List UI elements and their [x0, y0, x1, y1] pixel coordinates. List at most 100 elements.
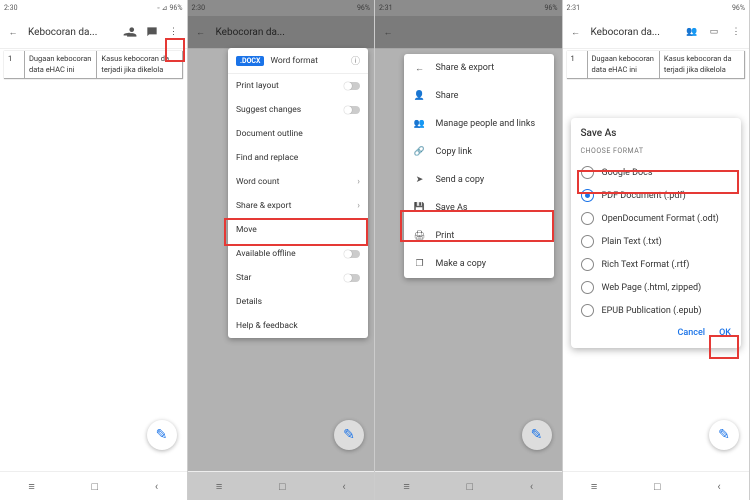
share-export-menu: ← Share & export 👤Share 👥Manage people a… — [404, 54, 554, 278]
nav-bar: ≡□‹ — [563, 471, 750, 500]
dialog-actions: Cancel OK — [581, 328, 732, 338]
back-icon[interactable]: ← — [414, 62, 426, 74]
fab-edit[interactable]: ✎ — [709, 420, 739, 450]
cell-2: Kasus kebocoran da terjadi jika dikelola — [97, 51, 182, 78]
toggle-icon[interactable] — [344, 82, 360, 90]
screen-1: 2:30 ◦ ⊿ 96% ← Kebocoran da... ⋮ 1 Dugaa… — [0, 0, 188, 500]
option-rtf[interactable]: Rich Text Format (.rtf) — [581, 253, 732, 276]
menu-available-offline[interactable]: Available offline — [228, 242, 368, 266]
status-bar: 2:31 96% — [563, 0, 750, 16]
table-row: 1 Dugaan kebocoran data eHAC ini Kasus k… — [4, 51, 183, 79]
option-odt[interactable]: OpenDocument Format (.odt) — [581, 207, 732, 230]
submenu-manage[interactable]: 👥Manage people and links — [404, 110, 554, 138]
send-icon: ➤ — [414, 174, 426, 186]
battery-text: 96% — [170, 4, 183, 12]
screen-3: 2:31 96% ← ← Share & export 👤Share 👥Mana… — [375, 0, 563, 500]
word-format-label: Word format — [270, 56, 345, 66]
submenu-print[interactable]: 🖨Print — [404, 222, 554, 250]
fab-edit: ✎ — [522, 420, 552, 450]
radio-icon — [581, 281, 594, 294]
submenu-title: Share & export — [436, 63, 495, 73]
chevron-right-icon: › — [357, 177, 360, 187]
menu-star[interactable]: Star — [228, 266, 368, 290]
app-bar: ← Kebocoran da... 👥 ▭ ⋮ — [563, 16, 750, 49]
back-icon[interactable]: ← — [569, 25, 583, 39]
print-icon: 🖨 — [414, 230, 426, 242]
docx-badge: .DOCX — [236, 56, 264, 66]
document-table: 1 Dugaan kebocoran data eHAC ini Kasus k… — [567, 51, 746, 79]
nav-bar: ≡□‹ — [375, 471, 562, 500]
people-icon: 👥 — [414, 118, 426, 130]
help-icon[interactable]: ⓘ — [351, 54, 360, 67]
cell-num: 1 — [4, 51, 25, 78]
chevron-right-icon: › — [357, 201, 360, 211]
radio-selected-icon — [581, 189, 594, 202]
table-row: 1 Dugaan kebocoran data eHAC ini Kasus k… — [567, 51, 746, 79]
submenu-make-copy[interactable]: ❐Make a copy — [404, 250, 554, 278]
cancel-button[interactable]: Cancel — [678, 328, 706, 338]
overflow-icon[interactable]: ⋮ — [167, 25, 181, 39]
person-add-icon: 👤 — [414, 90, 426, 102]
overflow-menu: .DOCX Word format ⓘ Print layout Suggest… — [228, 48, 368, 338]
nav-recent-icon[interactable]: ≡ — [28, 480, 34, 493]
link-icon: 🔗 — [414, 146, 426, 158]
submenu-send-copy[interactable]: ➤Send a copy — [404, 166, 554, 194]
menu-document-outline[interactable]: Document outline — [228, 122, 368, 146]
option-google-docs[interactable]: Google Docs — [581, 161, 732, 184]
document-table: 1 Dugaan kebocoran data eHAC ini Kasus k… — [4, 51, 183, 79]
people-icon[interactable]: 👥 — [685, 25, 699, 39]
comment-icon[interactable]: ▭ — [707, 25, 721, 39]
menu-help-feedback[interactable]: Help & feedback — [228, 314, 368, 338]
comment-icon[interactable] — [145, 25, 159, 39]
overflow-icon[interactable]: ⋮ — [729, 25, 743, 39]
menu-print-layout[interactable]: Print layout — [228, 74, 368, 98]
option-pdf[interactable]: PDF Document (.pdf) — [581, 184, 732, 207]
menu-move[interactable]: Move — [228, 218, 368, 242]
doc-title: Kebocoran da... — [28, 27, 115, 38]
nav-bar: ≡ □ ‹ — [0, 471, 187, 500]
submenu-header[interactable]: ← Share & export — [404, 54, 554, 82]
people-icon[interactable] — [123, 25, 137, 39]
wifi-icon: ◦ — [157, 4, 159, 12]
app-bar: ← Kebocoran da... ⋮ — [0, 16, 187, 49]
dialog-title: Save As — [581, 128, 732, 139]
signal-icon: ⊿ — [162, 4, 168, 12]
screen-2: 2:30 96% ← Kebocoran da... .DOCX Word fo… — [188, 0, 376, 500]
status-time: 2:31 — [567, 4, 581, 12]
submenu-save-as[interactable]: 💾Save As — [404, 194, 554, 222]
menu-suggest-changes[interactable]: Suggest changes — [228, 98, 368, 122]
submenu-copy-link[interactable]: 🔗Copy link — [404, 138, 554, 166]
menu-share-export[interactable]: Share & export› — [228, 194, 368, 218]
menu-find-replace[interactable]: Find and replace — [228, 146, 368, 170]
toggle-icon[interactable] — [344, 250, 360, 258]
submenu-share[interactable]: 👤Share — [404, 82, 554, 110]
radio-icon — [581, 304, 594, 317]
screen-4: 2:31 96% ← Kebocoran da... 👥 ▭ ⋮ 1 Dugaa… — [563, 0, 750, 500]
nav-bar: ≡□‹ — [188, 471, 375, 500]
radio-icon — [581, 235, 594, 248]
cell-1: Dugaan kebocoran data eHAC ini — [25, 51, 97, 78]
save-icon: 💾 — [414, 202, 426, 214]
toggle-icon[interactable] — [344, 274, 360, 282]
option-txt[interactable]: Plain Text (.txt) — [581, 230, 732, 253]
menu-word-count[interactable]: Word count› — [228, 170, 368, 194]
nav-home-icon[interactable]: □ — [91, 480, 98, 493]
radio-icon — [581, 166, 594, 179]
back-icon[interactable]: ← — [6, 25, 20, 39]
ok-button[interactable]: OK — [719, 328, 731, 338]
fab-edit[interactable]: ✎ — [147, 420, 177, 450]
status-bar: 2:30 ◦ ⊿ 96% — [0, 0, 187, 16]
radio-icon — [581, 212, 594, 225]
menu-details[interactable]: Details — [228, 290, 368, 314]
nav-back-icon[interactable]: ‹ — [155, 480, 158, 493]
menu-header: .DOCX Word format ⓘ — [228, 48, 368, 74]
option-epub[interactable]: EPUB Publication (.epub) — [581, 299, 732, 322]
option-html[interactable]: Web Page (.html, zipped) — [581, 276, 732, 299]
toggle-icon[interactable] — [344, 106, 360, 114]
choose-format-label: CHOOSE FORMAT — [581, 147, 732, 155]
copy-icon: ❐ — [414, 258, 426, 270]
status-right: ◦ ⊿ 96% — [157, 4, 182, 12]
fab-edit: ✎ — [334, 420, 364, 450]
save-as-dialog: Save As CHOOSE FORMAT Google Docs PDF Do… — [571, 118, 742, 348]
radio-icon — [581, 258, 594, 271]
